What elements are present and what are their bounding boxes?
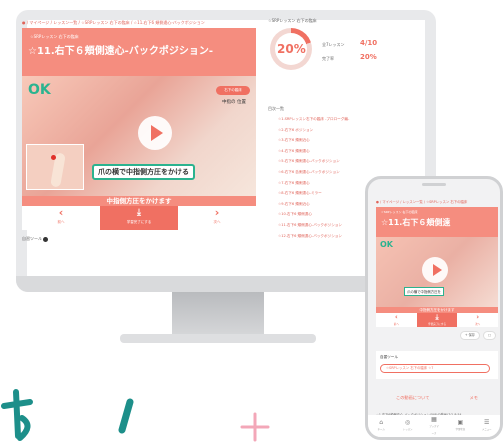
progress-percent: 20% <box>277 42 306 56</box>
lesson-list-item[interactable]: ☆3.右下6 頬側近心 <box>274 135 388 146</box>
prev-button[interactable]: ‹ 前へ <box>22 206 100 230</box>
control-caption: 中指側方圧をかけます <box>22 196 256 206</box>
menu-icon: ☰ <box>484 419 490 426</box>
lesson-video[interactable]: OK 右下の臨床 中指の 位置 爪の横で中指側方圧をかける <box>22 76 256 196</box>
tab-label: 学習状況 <box>455 428 466 431</box>
complete-label: 学習完了にする <box>126 220 152 224</box>
lesson-list-item[interactable]: ☆6.右下6 舌側遠心-バックポジション <box>274 167 388 178</box>
phone-tool-chip[interactable]: ☆SRPレッスン 右下の臨床 ☆7 <box>380 364 490 373</box>
play-icon[interactable] <box>138 116 172 150</box>
lesson-nav: ‹ 前へ ⤓ 学習完了にする › 次へ <box>22 206 256 230</box>
phone-prev-button[interactable]: ‹ 前へ <box>376 313 417 327</box>
monitor-stand-neck <box>172 292 264 336</box>
phone-ok-mark: OK <box>380 240 393 249</box>
lesson-subtitle: ☆SRPレッスン 右下の臨床 <box>30 34 79 39</box>
home-icon: ⌂ <box>379 419 384 426</box>
tab-label: ブックマーク <box>429 424 439 435</box>
next-button[interactable]: › 次へ <box>178 206 256 230</box>
stat-rate-label: 完了率 <box>322 56 334 61</box>
phone-next-button[interactable]: › 次へ <box>457 313 498 327</box>
lesson-title: ☆11.右下６頬側遠心-バックポジション- <box>28 46 213 57</box>
phone-tab-bar: ⌂ ホーム ◎ レッスン ▦ ブックマーク ▣ 学習状況 ☰ メニュー <box>368 415 500 437</box>
phone-play-icon[interactable] <box>422 257 448 283</box>
phone-device: ● / マイページ / レッスン一覧 / ☆SRPレッスン 右下の臨床 ☆SRP… <box>365 176 503 440</box>
stat-lessons-value: 4/10 <box>360 39 378 47</box>
chevron-left-icon: ‹ <box>394 313 398 321</box>
exclamation-decoration <box>118 398 134 434</box>
download-icon: ⤓ <box>137 208 141 218</box>
tab-label: メニュー <box>481 428 492 431</box>
marker-dot-icon <box>51 155 56 160</box>
tab-about[interactable]: この動画について <box>396 395 429 401</box>
next-label: 次へ <box>213 220 221 224</box>
phone-lesson-nav: ‹ 前へ ⤓ 学習完了にする › 次へ <box>376 313 498 327</box>
phone-tool-box: 自習ツール ☆SRPレッスン 右下の臨床 ☆7 <box>376 351 498 379</box>
phone-notch <box>422 183 446 186</box>
tool-row: 自習ツール <box>22 236 256 250</box>
video-caption: 爪の横で中指側方圧をかける <box>92 164 195 180</box>
lesson-list-head: 目次一覧 <box>268 106 284 111</box>
lesson-header: ☆SRPレッスン 右下の臨床 ☆11.右下６頬側遠心-バックポジション- <box>22 28 256 76</box>
tab-home-icon[interactable]: ⌂ ホーム <box>376 419 386 433</box>
section-badge: 右下の臨床 <box>216 86 250 95</box>
phone-tool-label: 自習ツール <box>380 355 398 359</box>
note-button[interactable]: □ <box>482 331 496 340</box>
tab-label: レッスン <box>402 428 413 431</box>
tab-lesson-icon[interactable]: ◎ レッスン <box>403 419 413 433</box>
phone-next-label: 次へ <box>475 323 481 326</box>
lesson-icon: ◎ <box>404 419 411 426</box>
complete-button[interactable]: ⤓ 学習完了にする <box>100 206 178 230</box>
phone-video[interactable]: OK 爪の横で中指側方圧を <box>376 237 498 307</box>
help-icon[interactable] <box>43 236 48 242</box>
sparkle-icon <box>240 412 270 442</box>
progress-icon: ▣ <box>457 419 464 426</box>
tab-label: ホーム <box>377 428 385 431</box>
chevron-right-icon: › <box>214 206 220 219</box>
tab-memo[interactable]: メモ <box>470 395 478 401</box>
ok-mark: OK <box>28 82 51 98</box>
download-icon: ⤓ <box>435 313 439 321</box>
badge-note: 中指の 位置 <box>222 100 246 105</box>
phone-prev-label: 前へ <box>393 323 399 326</box>
phone-content-tabs: この動画について メモ <box>376 395 498 401</box>
bookmark-icon: ▦ <box>431 415 437 423</box>
phone-video-caption: 爪の横で中指側方圧を <box>404 287 444 296</box>
phone-lesson-header: ☆SRPレッスン 右下の臨床 ☆11.右下６頬側遠 <box>376 207 498 237</box>
lesson-list-item[interactable]: ☆1.SRPレッスン右下の臨床 -プロローグ編- <box>274 114 388 125</box>
phone-complete-label: 学習完了にする <box>427 323 447 326</box>
monitor-stand-base <box>120 334 316 343</box>
stat-rate-value: 20% <box>360 53 377 61</box>
tab-bookmark-icon[interactable]: ▦ ブックマーク <box>429 416 439 437</box>
phone-action-buttons: + 保存 □ <box>459 331 496 340</box>
chevron-right-icon: › <box>476 313 480 321</box>
tab-menu-icon[interactable]: ☰ メニュー <box>482 419 492 433</box>
tool-label: 自習ツール <box>22 236 42 241</box>
lesson-list-item[interactable]: ☆5.右下6 頬側遠心-バックポジション <box>274 156 388 167</box>
finger-inset-image <box>26 144 84 190</box>
phone-breadcrumb[interactable]: ● / マイページ / レッスン一覧 / ☆SRPレッスン 右下の臨床 <box>376 199 467 204</box>
chevron-left-icon: ‹ <box>58 206 64 219</box>
stat-lessons-label: 全7レッスン <box>322 42 345 47</box>
save-button[interactable]: + 保存 <box>459 331 480 340</box>
progress-head: ☆SRPレッスン 右下の臨床 <box>268 18 317 23</box>
breadcrumb[interactable]: ● / マイページ / レッスン一覧 / ☆SRPレッスン 右下の臨床 / ☆1… <box>22 20 205 26</box>
tab-progress-icon[interactable]: ▣ 学習状況 <box>455 419 466 433</box>
phone-lesson-title: ☆11.右下６頬側遠 <box>381 218 451 227</box>
prev-label: 前へ <box>57 220 65 224</box>
handwriting-decoration <box>1 389 33 441</box>
lesson-list-item[interactable]: ☆2.右下6 ポジション <box>274 125 388 136</box>
phone-complete-button[interactable]: ⤓ 学習完了にする <box>416 313 458 327</box>
lesson-list-item[interactable]: ☆4.右下6 頬側遠心 <box>274 146 388 157</box>
phone-lesson-subtitle: ☆SRPレッスン 右下の臨床 <box>381 210 418 214</box>
